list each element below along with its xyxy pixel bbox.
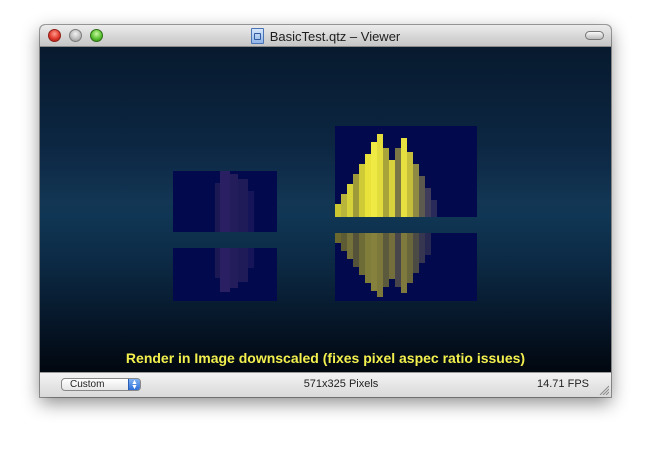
render-view[interactable]: Render in Image downscaled (fixes pixel … bbox=[40, 47, 611, 372]
size-popup[interactable]: Custom ▲ ▼ bbox=[61, 378, 141, 391]
toolbar-toggle-button[interactable] bbox=[585, 31, 604, 40]
status-bar: Custom ▲ ▼ 571x325 Pixels 14.71 FPS bbox=[40, 372, 611, 397]
window-title: BasicTest.qtz – Viewer bbox=[269, 28, 401, 44]
image-tile-left-top bbox=[173, 171, 277, 232]
image-tile-left-bottom bbox=[173, 248, 277, 301]
window-title-group: BasicTest.qtz – Viewer bbox=[40, 25, 611, 47]
pixel-figure-left-bottom bbox=[215, 248, 254, 292]
flame-figure-top bbox=[335, 134, 437, 217]
flame-reflection bbox=[335, 233, 431, 297]
updown-arrows-icon: ▲ ▼ bbox=[128, 379, 140, 390]
document-icon bbox=[250, 28, 264, 44]
viewer-window: BasicTest.qtz – Viewer Render in Image d… bbox=[40, 25, 611, 397]
resize-grip-icon[interactable] bbox=[599, 385, 609, 395]
size-popup-value: Custom bbox=[70, 379, 105, 390]
image-tile-right-bottom bbox=[335, 233, 477, 301]
render-caption: Render in Image downscaled (fixes pixel … bbox=[125, 350, 526, 366]
resolution-label: 571x325 Pixels bbox=[303, 378, 379, 390]
fps-label: 14.71 FPS bbox=[537, 378, 589, 390]
image-tile-right-top bbox=[335, 126, 477, 217]
pixel-figure-left-top bbox=[215, 171, 254, 232]
title-bar[interactable]: BasicTest.qtz – Viewer bbox=[40, 25, 611, 47]
